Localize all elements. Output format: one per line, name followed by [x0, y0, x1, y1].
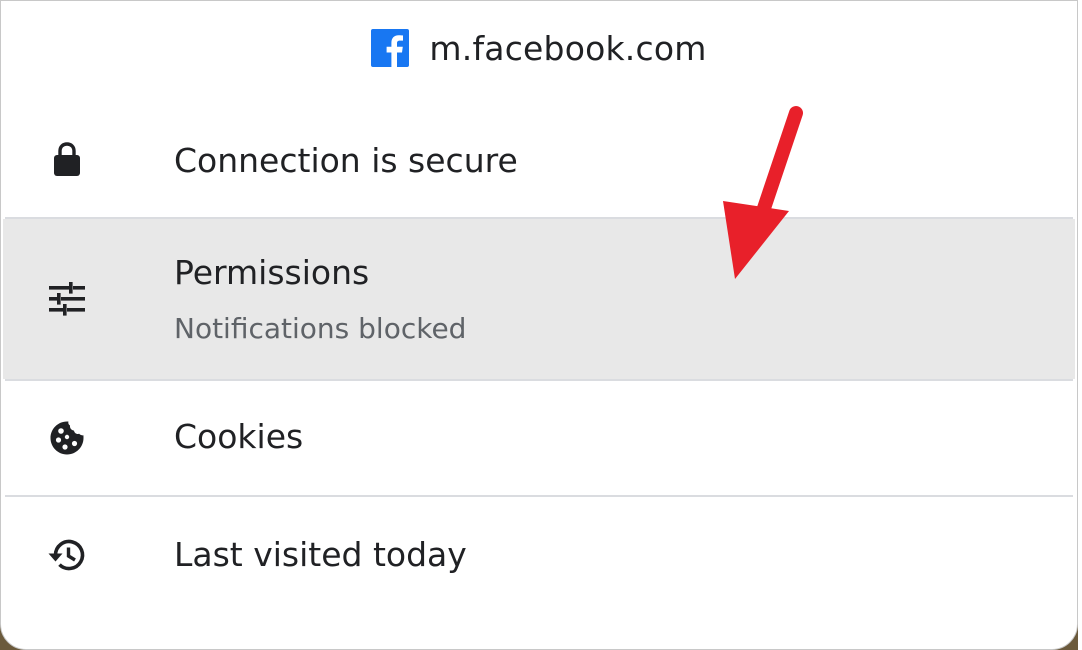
permissions-row[interactable]: Permissions Notifications blocked [3, 219, 1075, 379]
last-visited-row[interactable]: Last visited today [3, 497, 1077, 617]
site-header: m.facebook.com [1, 23, 1077, 73]
lock-icon [47, 139, 87, 179]
tune-sliders-icon [47, 279, 87, 319]
permissions-label: Permissions [174, 253, 370, 292]
permissions-status: Notifications blocked [174, 312, 467, 345]
history-icon [47, 535, 87, 575]
last-visited-label: Last visited today [174, 535, 467, 574]
screen-edge [1078, 0, 1082, 650]
facebook-icon [371, 29, 410, 67]
cookies-row[interactable]: Cookies [3, 381, 1077, 495]
site-domain: m.facebook.com [429, 28, 707, 68]
cookies-label: Cookies [174, 417, 304, 456]
page-info-sheet: m.facebook.com Connection is secure Perm… [0, 0, 1078, 650]
cookie-icon [47, 418, 87, 458]
connection-label: Connection is secure [174, 141, 518, 180]
connection-security-row[interactable]: Connection is secure [3, 111, 1077, 217]
